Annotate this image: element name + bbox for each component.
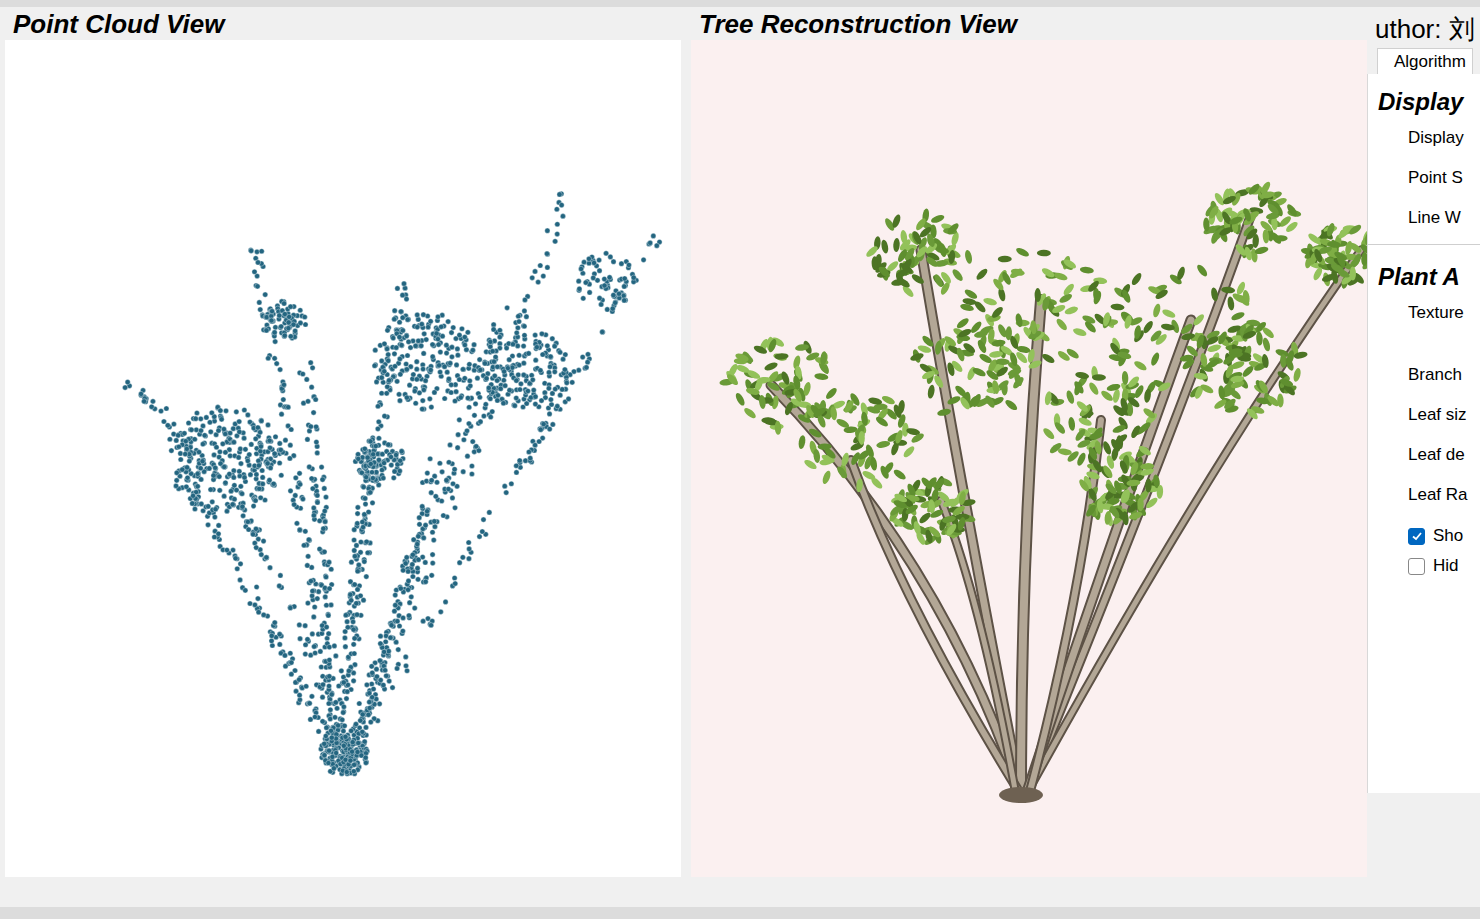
cloud-canvas[interactable] bbox=[5, 40, 681, 877]
view-column: Tree Reconstruction View bbox=[691, 7, 1367, 907]
main-area: Point Cloud View Tree Reconstruction Vie… bbox=[0, 7, 1480, 907]
point-cloud-icon bbox=[5, 40, 681, 877]
view-title: Point Cloud View bbox=[5, 7, 681, 40]
tree-model-icon bbox=[691, 40, 1367, 877]
setting-label: Line W bbox=[1378, 204, 1480, 244]
section-title: Plant A bbox=[1378, 263, 1480, 299]
side-panel: uthor: 刘 Algorithm Display DisplayPoint … bbox=[1367, 7, 1480, 907]
checkbox-label: Sho bbox=[1433, 526, 1463, 546]
setting-label: Texture bbox=[1378, 299, 1480, 361]
checkbox[interactable] bbox=[1408, 528, 1425, 545]
separator bbox=[1368, 244, 1480, 245]
checkbox-row[interactable]: Hid bbox=[1378, 551, 1480, 581]
app-window: Point Cloud View Tree Reconstruction Vie… bbox=[0, 0, 1480, 919]
section-title: Display bbox=[1378, 88, 1480, 124]
tab-bar: Algorithm bbox=[1367, 48, 1480, 74]
checkbox[interactable] bbox=[1408, 558, 1425, 575]
checkbox-row[interactable]: Sho bbox=[1378, 521, 1480, 551]
check-icon bbox=[1411, 530, 1423, 542]
checkbox-label: Hid bbox=[1433, 556, 1459, 576]
tree-canvas[interactable] bbox=[691, 40, 1367, 877]
setting-label: Display bbox=[1378, 124, 1480, 164]
setting-label: Leaf siz bbox=[1378, 401, 1480, 441]
setting-label: Point S bbox=[1378, 164, 1480, 204]
view-title: Tree Reconstruction View bbox=[691, 7, 1367, 40]
setting-label: Branch bbox=[1378, 361, 1480, 401]
tab[interactable]: Algorithm bbox=[1377, 48, 1473, 74]
view-column: Point Cloud View bbox=[5, 7, 681, 907]
setting-label: Leaf Ra bbox=[1378, 481, 1480, 521]
setting-label: Leaf de bbox=[1378, 441, 1480, 481]
author-label: uthor: 刘 bbox=[1367, 7, 1480, 48]
tab-body: Display DisplayPoint SLine W Plant A Tex… bbox=[1367, 74, 1480, 793]
